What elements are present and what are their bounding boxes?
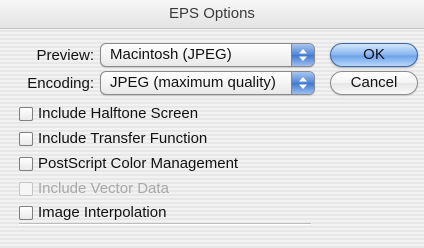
- include-vector-data-label: Include Vector Data: [38, 180, 169, 197]
- preview-value: Macintosh (JPEG): [110, 46, 232, 63]
- option-include-vector-data: Include Vector Data: [19, 180, 259, 198]
- encoding-popup[interactable]: JPEG (maximum quality): [100, 71, 315, 95]
- option-include-transfer-function[interactable]: Include Transfer Function: [19, 130, 259, 148]
- dialog-title: EPS Options: [0, 0, 424, 29]
- encoding-value: JPEG (maximum quality): [110, 74, 276, 91]
- include-vector-data-checkbox: [19, 182, 33, 196]
- include-halftone-screen-checkbox[interactable]: [19, 107, 33, 121]
- include-transfer-function-label: Include Transfer Function: [38, 130, 208, 147]
- postscript-color-management-checkbox[interactable]: [19, 157, 33, 171]
- preview-label: Preview:: [36, 47, 94, 64]
- encoding-popup-arrows-icon: [291, 72, 314, 94]
- option-include-halftone-screen[interactable]: Include Halftone Screen: [19, 105, 259, 123]
- image-interpolation-checkbox[interactable]: [19, 206, 33, 220]
- divider: [19, 223, 311, 225]
- ok-button[interactable]: OK: [330, 43, 418, 67]
- option-image-interpolation[interactable]: Image Interpolation: [19, 204, 259, 222]
- option-postscript-color-management[interactable]: PostScript Color Management: [19, 155, 279, 173]
- include-transfer-function-checkbox[interactable]: [19, 132, 33, 146]
- preview-popup-arrows-icon: [291, 44, 314, 66]
- image-interpolation-label: Image Interpolation: [38, 204, 167, 221]
- eps-options-dialog: EPS Options Preview: Macintosh (JPEG) En…: [0, 0, 424, 248]
- cancel-button[interactable]: Cancel: [330, 71, 418, 95]
- include-halftone-screen-label: Include Halftone Screen: [38, 105, 199, 122]
- postscript-color-management-label: PostScript Color Management: [38, 155, 239, 172]
- preview-popup[interactable]: Macintosh (JPEG): [100, 43, 315, 67]
- encoding-label: Encoding:: [27, 75, 94, 92]
